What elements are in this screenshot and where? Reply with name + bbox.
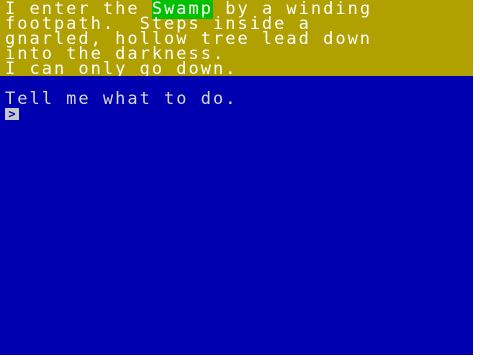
command-prompt-text: Tell me what to do.	[5, 89, 238, 109]
input-cursor[interactable]: >	[5, 108, 19, 120]
description-line-5: I can only go down.	[5, 59, 238, 79]
command-panel[interactable]: Tell me what to do. >	[0, 76, 473, 355]
room-description-panel: I enter the Swamp by a winding footpath.…	[0, 0, 473, 79]
game-screen: I enter the Swamp by a winding footpath.…	[0, 0, 480, 360]
